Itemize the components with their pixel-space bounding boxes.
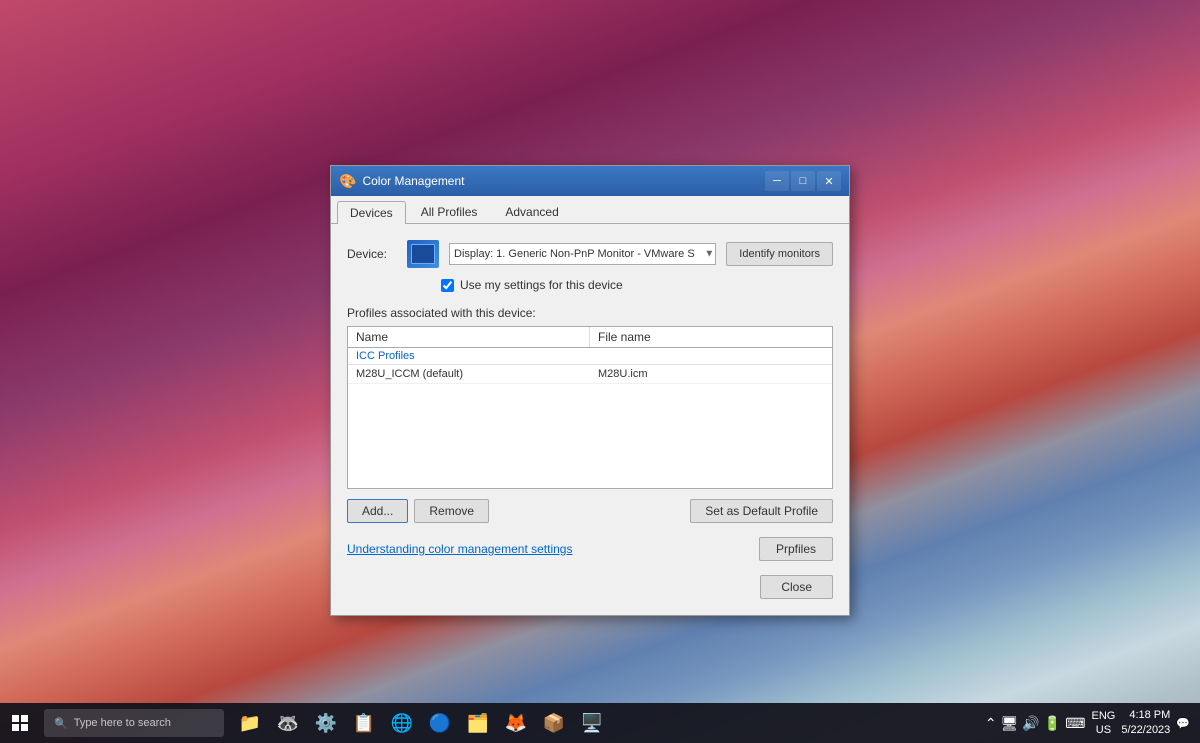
- table-row[interactable]: M28U_ICCM (default) M28U.icm: [348, 365, 832, 384]
- tray-date: 5/22/2023: [1121, 723, 1170, 738]
- taskbar-app9-icon[interactable]: 📦: [536, 705, 572, 741]
- color-management-dialog: 🎨 Color Management ─ □ ✕ Devices All Pro…: [330, 165, 850, 616]
- tray-sound-icon[interactable]: 🔊: [1022, 715, 1039, 732]
- profiles-table: Name File name ICC Profiles M28U_ICCM (d…: [347, 326, 833, 489]
- title-bar: 🎨 Color Management ─ □ ✕: [331, 166, 849, 196]
- search-icon: 🔍: [54, 717, 68, 730]
- action-buttons-row: Add... Remove Set as Default Profile: [347, 499, 833, 523]
- tab-bar: Devices All Profiles Advanced: [331, 196, 849, 224]
- taskbar-pinned-icons: 📁 🦝 ⚙️ 📋 🌐 🔵 🗂️ 🦊 📦 🖥️: [232, 705, 610, 741]
- taskbar: 🔍 Type here to search 📁 🦝 ⚙️ 📋 🌐 🔵 🗂️ 🦊 …: [0, 703, 1200, 743]
- taskbar-app10-icon[interactable]: 🖥️: [574, 705, 610, 741]
- maximize-button[interactable]: □: [791, 171, 815, 191]
- device-row: Device: Display: 1. Generic Non-PnP Moni…: [347, 240, 833, 268]
- tray-keyboard-icon[interactable]: ⌨: [1065, 715, 1085, 732]
- close-button[interactable]: ✕: [817, 171, 841, 191]
- use-settings-checkbox[interactable]: [441, 279, 454, 292]
- tab-all-profiles[interactable]: All Profiles: [408, 200, 491, 223]
- add-button[interactable]: Add...: [347, 499, 408, 523]
- title-bar-buttons: ─ □ ✕: [765, 171, 841, 191]
- tray-lang-line1: ENG: [1092, 709, 1116, 723]
- identify-monitors-button[interactable]: Identify monitors: [726, 242, 833, 266]
- notifications-icon[interactable]: 💬: [1176, 717, 1190, 730]
- set-default-profile-button[interactable]: Set as Default Profile: [690, 499, 833, 523]
- dialog-content: Device: Display: 1. Generic Non-PnP Moni…: [331, 224, 849, 615]
- close-dialog-button[interactable]: Close: [760, 575, 833, 599]
- monitor-icon: [407, 240, 439, 268]
- windows-logo-icon: [12, 715, 28, 731]
- profile-filename-cell: M28U.icm: [590, 365, 832, 383]
- tab-devices[interactable]: Devices: [337, 201, 406, 224]
- col-name-header: Name: [348, 327, 590, 347]
- tray-network-icon[interactable]: 🖥: [1001, 715, 1019, 732]
- tray-chevron-icon[interactable]: ⌃: [985, 715, 997, 732]
- taskbar-app2-icon[interactable]: 🦝: [270, 705, 306, 741]
- tray-language[interactable]: ENG US: [1092, 709, 1116, 738]
- link-row: Understanding color management settings …: [347, 537, 833, 561]
- table-header: Name File name: [348, 327, 832, 348]
- tray-icons: ⌃ 🖥 🔊 🔋 ⌨: [985, 715, 1086, 732]
- profiles-button[interactable]: Prpfiles: [759, 537, 833, 561]
- table-body[interactable]: ICC Profiles M28U_ICCM (default) M28U.ic…: [348, 348, 832, 488]
- device-select-wrapper: Display: 1. Generic Non-PnP Monitor - VM…: [449, 243, 716, 265]
- tray-lang-line2: US: [1092, 723, 1116, 737]
- start-button[interactable]: [0, 703, 40, 743]
- remove-button[interactable]: Remove: [414, 499, 489, 523]
- desktop: 🎨 Color Management ─ □ ✕ Devices All Pro…: [0, 0, 1200, 743]
- minimize-button[interactable]: ─: [765, 171, 789, 191]
- profiles-section-label: Profiles associated with this device:: [347, 306, 833, 320]
- taskbar-search[interactable]: 🔍 Type here to search: [44, 709, 224, 737]
- tab-advanced[interactable]: Advanced: [492, 200, 571, 223]
- taskbar-app7-icon[interactable]: 🗂️: [460, 705, 496, 741]
- device-label: Device:: [347, 247, 397, 261]
- understanding-color-management-link[interactable]: Understanding color management settings: [347, 542, 572, 556]
- device-select[interactable]: Display: 1. Generic Non-PnP Monitor - VM…: [449, 243, 716, 265]
- tray-battery-icon[interactable]: 🔋: [1044, 715, 1061, 732]
- search-placeholder: Type here to search: [74, 717, 171, 729]
- tray-clock[interactable]: 4:18 PM 5/22/2023: [1121, 708, 1170, 739]
- taskbar-settings-icon[interactable]: ⚙️: [308, 705, 344, 741]
- dialog-icon: 🎨: [339, 173, 356, 190]
- dialog-title: Color Management: [362, 174, 759, 188]
- taskbar-file-explorer-icon[interactable]: 📁: [232, 705, 268, 741]
- taskbar-firefox-icon[interactable]: 🦊: [498, 705, 534, 741]
- profile-name-cell: M28U_ICCM (default): [348, 365, 590, 383]
- checkbox-row: Use my settings for this device: [441, 278, 833, 292]
- use-settings-label[interactable]: Use my settings for this device: [460, 278, 623, 292]
- icc-profiles-group: ICC Profiles: [348, 348, 832, 365]
- taskbar-edge-icon[interactable]: 🌐: [384, 705, 420, 741]
- taskbar-app6-icon[interactable]: 🔵: [422, 705, 458, 741]
- col-filename-header: File name: [590, 327, 832, 347]
- system-tray: ⌃ 🖥 🔊 🔋 ⌨ ENG US 4:18 PM 5/22/2023 💬: [985, 708, 1200, 739]
- close-row: Close: [347, 575, 833, 599]
- taskbar-app4-icon[interactable]: 📋: [346, 705, 382, 741]
- tray-time: 4:18 PM: [1121, 708, 1170, 723]
